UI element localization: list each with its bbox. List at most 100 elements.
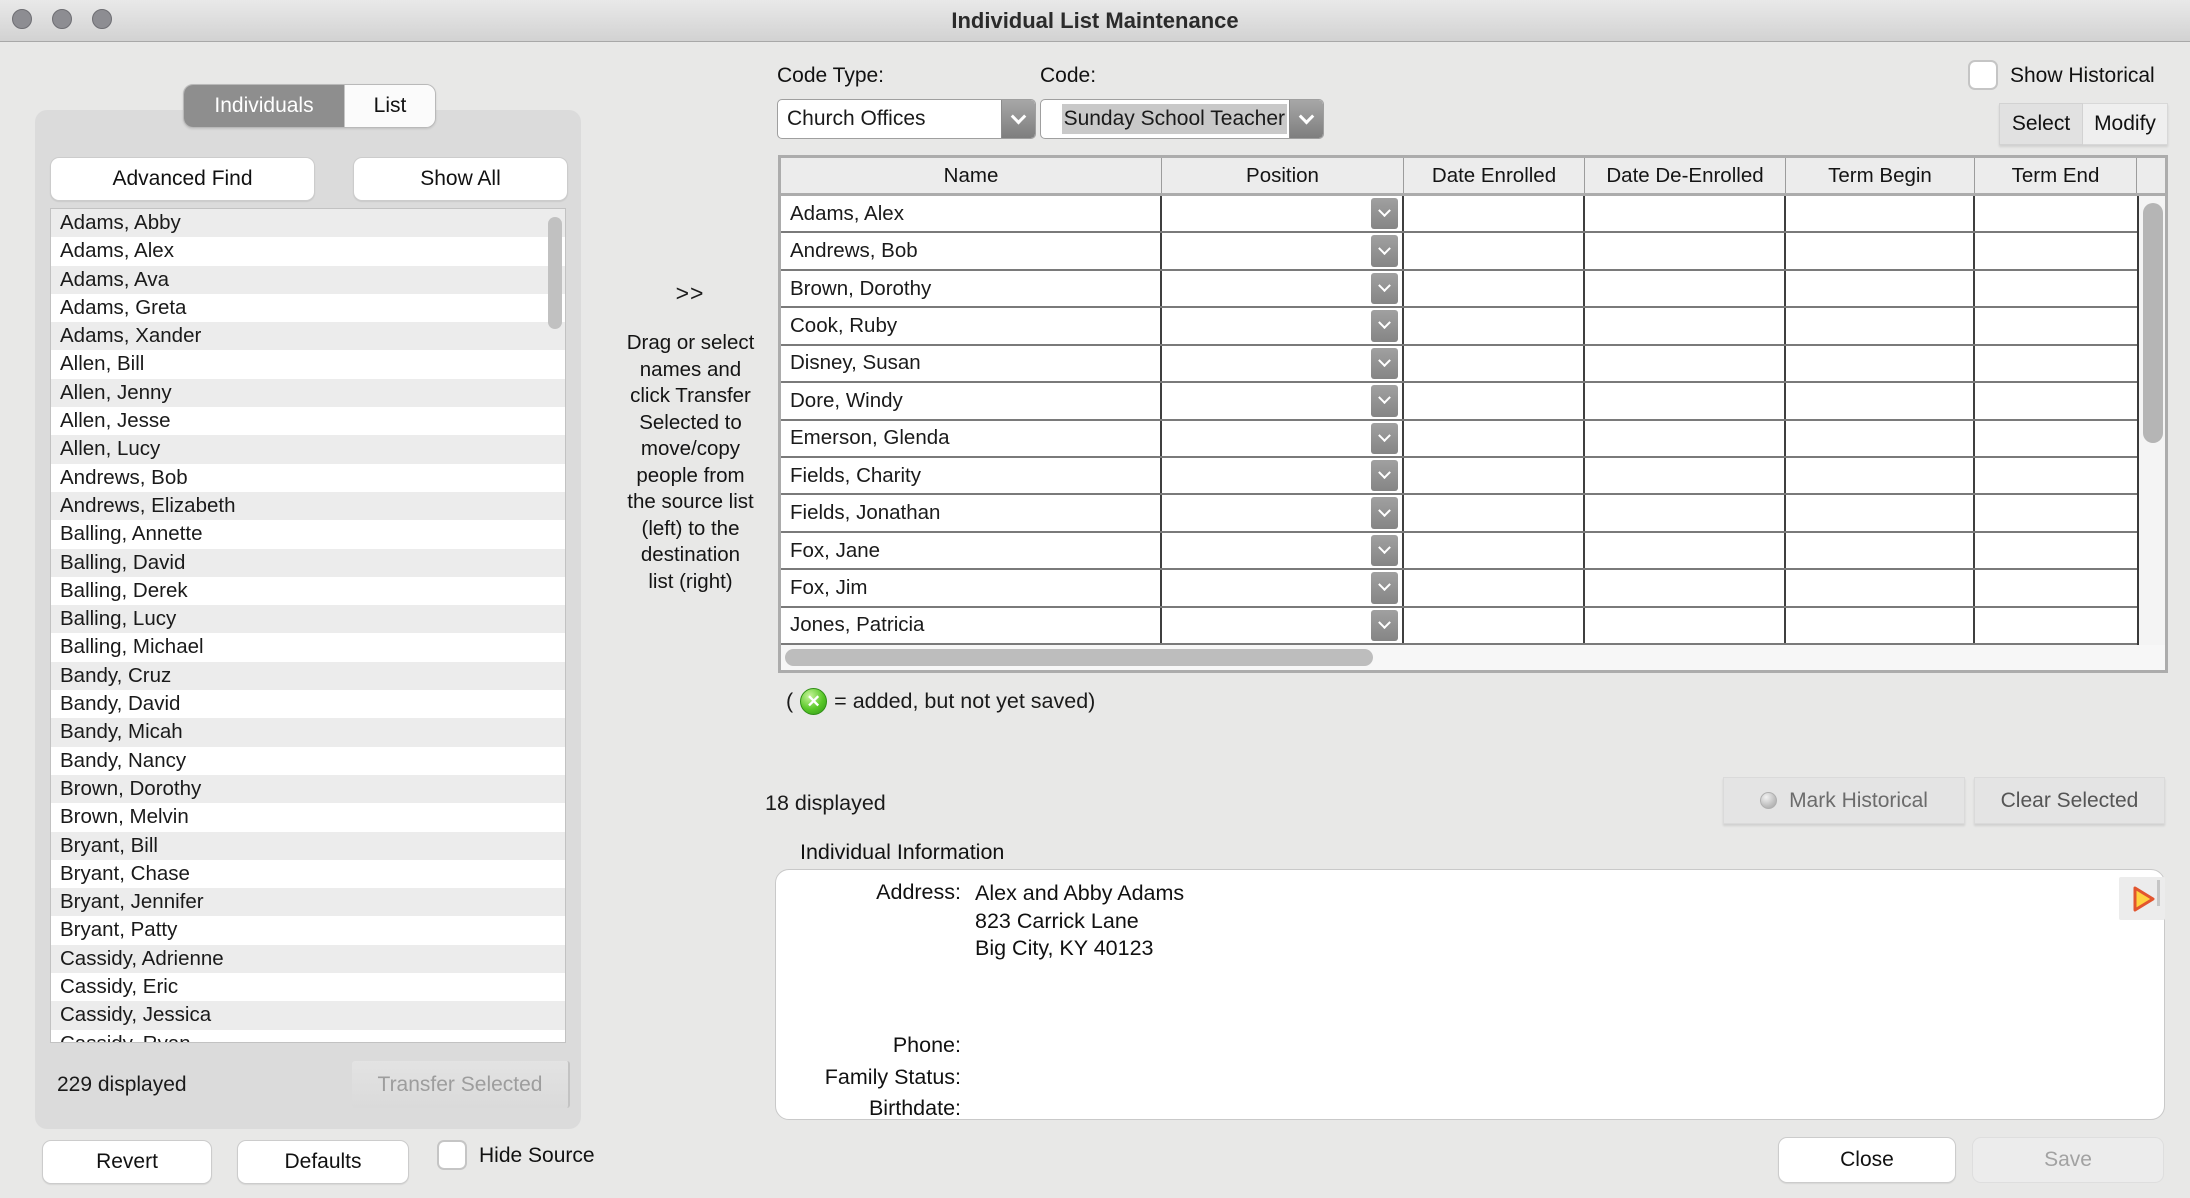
cell-date-de-enrolled[interactable] — [1585, 421, 1786, 456]
list-item[interactable]: Bryant, Bill — [51, 832, 565, 860]
list-item[interactable]: Bryant, Patty — [51, 916, 565, 944]
table-row[interactable]: Brown, Dorothy — [781, 271, 2137, 308]
column-header-date-de-enrolled[interactable]: Date De-Enrolled — [1585, 158, 1786, 193]
list-item[interactable]: Balling, Lucy — [51, 605, 565, 633]
list-item[interactable]: Balling, Michael — [51, 633, 565, 661]
cell-date-enrolled[interactable] — [1404, 608, 1585, 643]
mark-historical-button[interactable]: Mark Historical — [1723, 777, 1965, 824]
cell-date-de-enrolled[interactable] — [1585, 271, 1786, 306]
position-dropdown-button[interactable] — [1371, 385, 1398, 416]
cell-term-end[interactable] — [1975, 421, 2137, 456]
cell-date-enrolled[interactable] — [1404, 271, 1585, 306]
cell-date-enrolled[interactable] — [1404, 308, 1585, 343]
list-item[interactable]: Brown, Melvin — [51, 803, 565, 831]
list-item[interactable]: Bryant, Chase — [51, 860, 565, 888]
list-item[interactable]: Allen, Jesse — [51, 407, 565, 435]
hide-source-checkbox[interactable] — [437, 1140, 467, 1170]
cell-term-end[interactable] — [1975, 495, 2137, 530]
list-item[interactable]: Bandy, Cruz — [51, 662, 565, 690]
table-row[interactable]: Jones, Patricia — [781, 608, 2137, 645]
cell-term-begin[interactable] — [1786, 271, 1975, 306]
select-button[interactable]: Select — [1999, 103, 2083, 145]
list-item[interactable]: Andrews, Bob — [51, 464, 565, 492]
cell-date-enrolled[interactable] — [1404, 421, 1585, 456]
cell-term-end[interactable] — [1975, 271, 2137, 306]
list-item[interactable]: Allen, Lucy — [51, 435, 565, 463]
table-row[interactable]: Adams, Alex — [781, 196, 2137, 233]
column-header-position[interactable]: Position — [1162, 158, 1404, 193]
cell-date-de-enrolled[interactable] — [1585, 458, 1786, 493]
cell-date-enrolled[interactable] — [1404, 495, 1585, 530]
advanced-find-button[interactable]: Advanced Find — [50, 157, 315, 201]
position-dropdown-button[interactable] — [1371, 310, 1398, 341]
cell-date-de-enrolled[interactable] — [1585, 308, 1786, 343]
cell-date-enrolled[interactable] — [1404, 346, 1585, 381]
position-dropdown-button[interactable] — [1371, 198, 1398, 229]
cell-date-de-enrolled[interactable] — [1585, 346, 1786, 381]
table-vscroll-thumb[interactable] — [2143, 203, 2163, 443]
table-row[interactable]: Fields, Charity — [781, 458, 2137, 495]
cell-date-de-enrolled[interactable] — [1585, 495, 1786, 530]
table-row[interactable]: Disney, Susan — [781, 346, 2137, 383]
table-row[interactable]: Fields, Jonathan — [781, 495, 2137, 532]
list-item[interactable]: Allen, Jenny — [51, 379, 565, 407]
revert-button[interactable]: Revert — [42, 1140, 212, 1184]
cell-date-enrolled[interactable] — [1404, 458, 1585, 493]
code-dropdown[interactable]: Sunday School Teacher — [1040, 99, 1324, 139]
list-item[interactable]: Adams, Xander — [51, 322, 565, 350]
tab-list[interactable]: List — [344, 85, 435, 127]
list-item[interactable]: Cassidy, Adrienne — [51, 945, 565, 973]
cell-date-enrolled[interactable] — [1404, 570, 1585, 605]
list-item[interactable]: Bandy, David — [51, 690, 565, 718]
list-item[interactable]: Cassidy, Jessica — [51, 1001, 565, 1029]
cell-date-enrolled[interactable] — [1404, 196, 1585, 231]
cell-term-end[interactable] — [1975, 233, 2137, 268]
cell-term-end[interactable] — [1975, 383, 2137, 418]
position-dropdown-button[interactable] — [1371, 235, 1398, 266]
clear-selected-button[interactable]: Clear Selected — [1974, 777, 2165, 824]
list-item[interactable]: Cassidy, Ryan — [51, 1030, 565, 1043]
cell-term-end[interactable] — [1975, 570, 2137, 605]
info-scrollbar-thumb[interactable] — [2157, 880, 2160, 906]
list-item[interactable]: Balling, Derek — [51, 577, 565, 605]
show-all-button[interactable]: Show All — [353, 157, 568, 201]
table-row[interactable]: Andrews, Bob — [781, 233, 2137, 270]
cell-term-begin[interactable] — [1786, 495, 1975, 530]
table-row[interactable]: Fox, Jane — [781, 533, 2137, 570]
cell-term-end[interactable] — [1975, 458, 2137, 493]
cell-term-begin[interactable] — [1786, 458, 1975, 493]
close-button[interactable]: Close — [1778, 1137, 1956, 1183]
list-item[interactable]: Balling, David — [51, 549, 565, 577]
cell-term-end[interactable] — [1975, 608, 2137, 643]
list-item[interactable]: Bandy, Micah — [51, 718, 565, 746]
source-name-list[interactable]: Adams, Abby Adams, Alex Adams, Ava Adams… — [50, 208, 566, 1043]
cell-date-de-enrolled[interactable] — [1585, 608, 1786, 643]
code-type-dropdown-button[interactable] — [1001, 100, 1035, 138]
table-row[interactable]: Dore, Windy — [781, 383, 2137, 420]
list-item[interactable]: Andrews, Elizabeth — [51, 492, 565, 520]
list-item[interactable]: Bryant, Jennifer — [51, 888, 565, 916]
cell-date-enrolled[interactable] — [1404, 233, 1585, 268]
list-item[interactable]: Adams, Greta — [51, 294, 565, 322]
cell-term-end[interactable] — [1975, 533, 2137, 568]
list-item[interactable]: Adams, Ava — [51, 266, 565, 294]
cell-term-end[interactable] — [1975, 196, 2137, 231]
position-dropdown-button[interactable] — [1371, 423, 1398, 454]
code-type-dropdown[interactable]: Church Offices — [777, 99, 1036, 139]
table-hscroll-thumb[interactable] — [785, 649, 1373, 666]
cell-term-end[interactable] — [1975, 308, 2137, 343]
code-dropdown-button[interactable] — [1289, 100, 1323, 138]
list-item[interactable]: Adams, Alex — [51, 237, 565, 265]
cell-date-enrolled[interactable] — [1404, 533, 1585, 568]
cell-date-de-enrolled[interactable] — [1585, 196, 1786, 231]
column-header-term-begin[interactable]: Term Begin — [1786, 158, 1975, 193]
position-dropdown-button[interactable] — [1371, 572, 1398, 603]
cell-term-begin[interactable] — [1786, 233, 1975, 268]
list-scrollbar-thumb[interactable] — [548, 217, 562, 329]
transfer-selected-button[interactable]: Transfer Selected — [352, 1061, 570, 1108]
cell-term-begin[interactable] — [1786, 196, 1975, 231]
save-button[interactable]: Save — [1972, 1137, 2164, 1183]
position-dropdown-button[interactable] — [1371, 535, 1398, 566]
position-dropdown-button[interactable] — [1371, 273, 1398, 304]
column-header-date-enrolled[interactable]: Date Enrolled — [1404, 158, 1585, 193]
